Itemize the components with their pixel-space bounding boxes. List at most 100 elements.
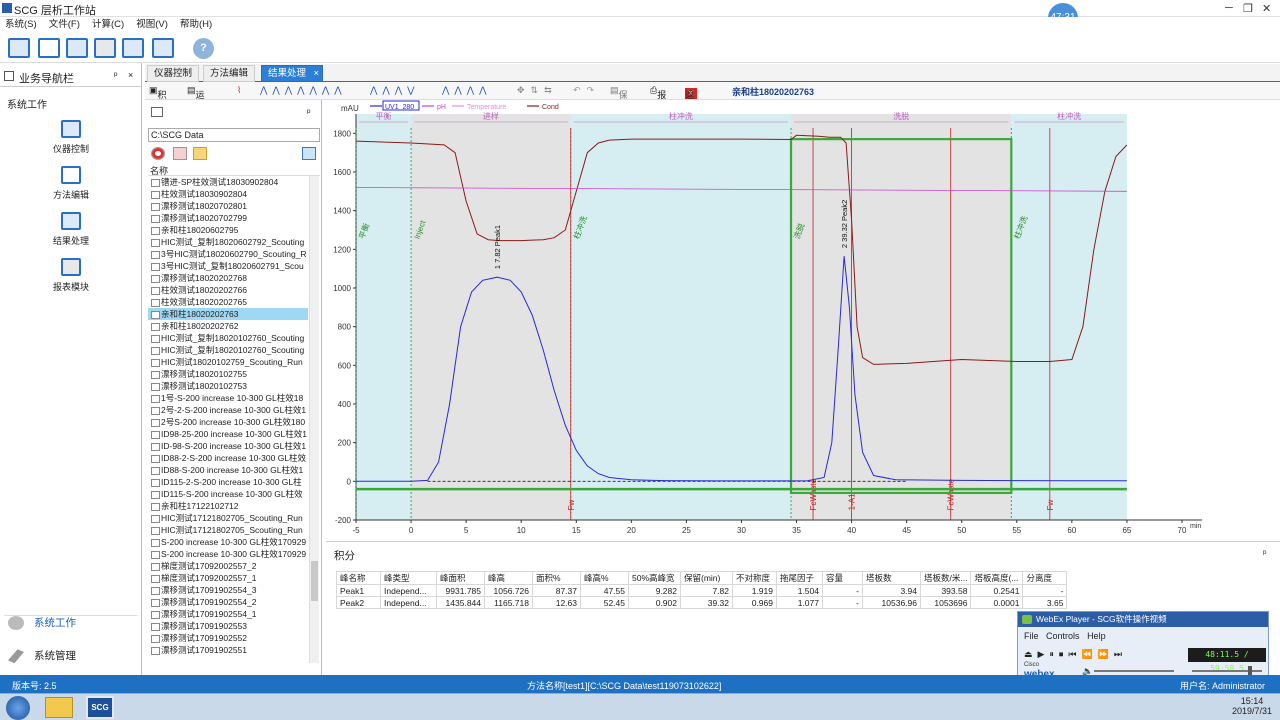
file-list-item[interactable]: 亲和柱18020202763	[148, 308, 308, 320]
file-list-item[interactable]: ID88-S-200 increase 10-300 GL柱效1	[148, 464, 308, 476]
save-button[interactable]: ▤ 保存	[610, 85, 628, 113]
file-list-item[interactable]: 漂移测试18020202768	[148, 272, 308, 284]
file-list-item[interactable]: HIC测试_复制18020602792_Scouting	[148, 236, 308, 248]
menu-help[interactable]: 帮助(H)	[180, 17, 212, 33]
minimize-button[interactable]: ─	[1225, 2, 1233, 14]
print-icon[interactable]	[94, 38, 116, 58]
tab-close-icon[interactable]: ×	[313, 66, 319, 82]
file-list-item[interactable]: HIC测试17121802705_Scouting_Run	[148, 524, 308, 536]
tab-instrument-control[interactable]: 仪器控制	[147, 65, 200, 82]
file-list-item[interactable]: 柱效测试18030902804	[148, 188, 308, 200]
tab-method-edit[interactable]: 方法编辑	[203, 65, 256, 82]
file-list-item[interactable]: 柱效测试18020202766	[148, 284, 308, 296]
table-row[interactable]: Peak2 Independ... 1435.844 1165.718 12.63 52.…	[336, 596, 1068, 609]
nav-pin-icon[interactable]: ᵖ	[114, 70, 117, 80]
settings-icon[interactable]	[122, 38, 144, 58]
result-process-icon[interactable]	[66, 38, 88, 58]
file-list-item[interactable]: 漂移测试17091902553	[148, 620, 308, 632]
file-list-item[interactable]: 漂移测试17091902554_1	[148, 608, 308, 620]
file-list-item[interactable]: ID-98-S-200 increase 10-300 GL柱效1	[148, 440, 308, 452]
menu-system[interactable]: 系统(S)	[5, 17, 37, 33]
close-button[interactable]: ✕	[1262, 2, 1271, 15]
scrollbar-thumb[interactable]	[311, 561, 318, 601]
explorer-taskbar-icon[interactable]	[45, 697, 73, 718]
start-button-icon[interactable]	[6, 696, 30, 720]
instrument-control-icon[interactable]	[8, 38, 30, 58]
menu-file[interactable]: 文件(F)	[49, 17, 80, 33]
file-list-item[interactable]: 柱效测试18020202765	[148, 296, 308, 308]
list-icon[interactable]	[173, 147, 187, 160]
file-list-item[interactable]: 亲和柱18020602795	[148, 224, 308, 236]
nav-close-icon[interactable]: ×	[128, 70, 133, 80]
file-list-item[interactable]: ID98-25-200 increase 10-300 GL柱效1	[148, 428, 308, 440]
panel-pin-icon[interactable]: ᵖ	[307, 107, 310, 117]
baseline-icons[interactable]: ⋀⋀⋀⋁	[370, 85, 420, 96]
tab-result-process[interactable]: 结果处理 ×	[261, 65, 324, 82]
file-list-item[interactable]: 亲和柱17122102712	[148, 500, 308, 512]
table-row[interactable]: Peak1 Independ... 9931.785 1056.726 87.37 47.…	[336, 584, 1068, 597]
file-list-item[interactable]: HIC测试17121802705_Scouting_Run	[148, 512, 308, 524]
file-list-item[interactable]: 漂移测试17091902554_2	[148, 596, 308, 608]
file-list-item[interactable]: HIC测试_复制18020102760_Scouting	[148, 344, 308, 356]
file-list-item[interactable]: 3号HIC测试_复制18020602791_Scou	[148, 260, 308, 272]
file-list-item[interactable]: 漂移测试18020702799	[148, 212, 308, 224]
method-edit-icon[interactable]	[38, 38, 60, 58]
data-path-field[interactable]: C:\SCG Data	[148, 128, 320, 142]
file-list-item[interactable]: HIC测试18020102759_Scouting_Run	[148, 356, 308, 368]
config-icon[interactable]	[152, 38, 174, 58]
folder-icon[interactable]	[193, 147, 207, 160]
file-list-item[interactable]: 2号-2-S-200 increase 10-300 GL柱效1	[148, 404, 308, 416]
integration-pin-icon[interactable]: ᵖ	[1263, 548, 1266, 558]
scg-taskbar-icon[interactable]: SCG	[86, 696, 114, 719]
peak-edit-icons[interactable]: ⋀⋀⋀⋀⋀⋀⋀	[260, 85, 347, 96]
undo-redo-icons[interactable]: ↶↷	[573, 85, 600, 96]
webex-playback-controls[interactable]: ⏏▶⏸⏹⏮⏪⏩⏭	[1024, 649, 1127, 660]
refresh-icon[interactable]	[302, 147, 316, 160]
webex-menu-controls[interactable]: Controls	[1046, 631, 1080, 641]
file-list-item[interactable]: 梯度测试17092002557_2	[148, 560, 308, 572]
history-icon[interactable]	[151, 147, 165, 160]
panel-layout-icon[interactable]	[151, 107, 163, 117]
webex-menu-file[interactable]: File	[1024, 631, 1039, 641]
peak-tool-icon[interactable]: ⌇	[237, 85, 241, 96]
progress-slider[interactable]	[1192, 666, 1262, 676]
file-list-item[interactable]: 漂移测试18020102755	[148, 368, 308, 380]
integrate-button[interactable]: ▣ 积分	[149, 85, 167, 113]
file-list-item[interactable]: ID115-S-200 increase 10-300 GL柱效	[148, 488, 308, 500]
file-list-item[interactable]: S-200 increase 10-300 GL柱效170929	[148, 548, 308, 560]
maximize-button[interactable]: ❐	[1243, 2, 1253, 15]
nav-system-manage[interactable]: 系统管理	[8, 648, 76, 664]
nav-item-instrument[interactable]: 仪器控制	[0, 120, 142, 155]
file-list-item[interactable]: 漂移测试17091902554_3	[148, 584, 308, 596]
chromatogram-chart[interactable]: 平衡 进样 柱冲洗 洗脱 柱冲洗 mAU -200 0 200 400 600 800 1000 1200…	[326, 100, 1280, 540]
run-result-button[interactable]: ▤ 运行结果	[187, 85, 205, 139]
webex-menu-help[interactable]: Help	[1087, 631, 1106, 641]
file-list-item[interactable]: 漂移测试17091902551	[148, 644, 308, 656]
file-list-item[interactable]: S-200 increase 10-300 GL柱效170929	[148, 536, 308, 548]
help-icon[interactable]: ?	[193, 38, 214, 59]
file-list-item[interactable]: 梯度测试17092002557_1	[148, 572, 308, 584]
file-list-item[interactable]: 漂移测试18020702801	[148, 200, 308, 212]
file-list-item[interactable]: 漂移测试17091902552	[148, 632, 308, 644]
nav-item-method[interactable]: 方法编辑	[0, 166, 142, 201]
nav-item-report[interactable]: 报表模块	[0, 258, 142, 293]
volume-slider[interactable]	[1094, 670, 1174, 672]
file-list-item[interactable]: HIC测试_复制18020102760_Scouting	[148, 332, 308, 344]
file-list-item[interactable]: ID88-2-S-200 increase 10-300 GL柱效	[148, 452, 308, 464]
zoom-icons[interactable]: ✥⇅⇆	[517, 85, 558, 96]
menu-calc[interactable]: 计算(C)	[92, 17, 124, 33]
integration-icons[interactable]: ⋀⋀⋀⋀	[442, 85, 492, 96]
file-list-item[interactable]: 亲和柱18020202762	[148, 320, 308, 332]
report-button[interactable]: ⎙ 报表	[650, 85, 666, 113]
file-list-item[interactable]: 1号-S-200 increase 10-300 GL柱效18	[148, 392, 308, 404]
file-list-item[interactable]: ID115-2-S-200 increase 10-300 GL柱	[148, 476, 308, 488]
file-list-item[interactable]: 2号S-200 increase 10-300 GL柱效180	[148, 416, 308, 428]
menu-view[interactable]: 视图(V)	[136, 17, 168, 33]
file-list-item[interactable]: 3号HIC测试18020602790_Scouting_R	[148, 248, 308, 260]
file-list-item[interactable]: 漂移测试18020102753	[148, 380, 308, 392]
name-column-header[interactable]: 名称	[148, 164, 320, 176]
nav-item-result[interactable]: 结果处理	[0, 212, 142, 247]
nav-system-work[interactable]: 系统工作	[8, 615, 76, 631]
file-list-item[interactable]: 镨进-SP柱效测试18030902804	[148, 176, 308, 188]
file-list-scrollbar[interactable]	[309, 176, 319, 663]
